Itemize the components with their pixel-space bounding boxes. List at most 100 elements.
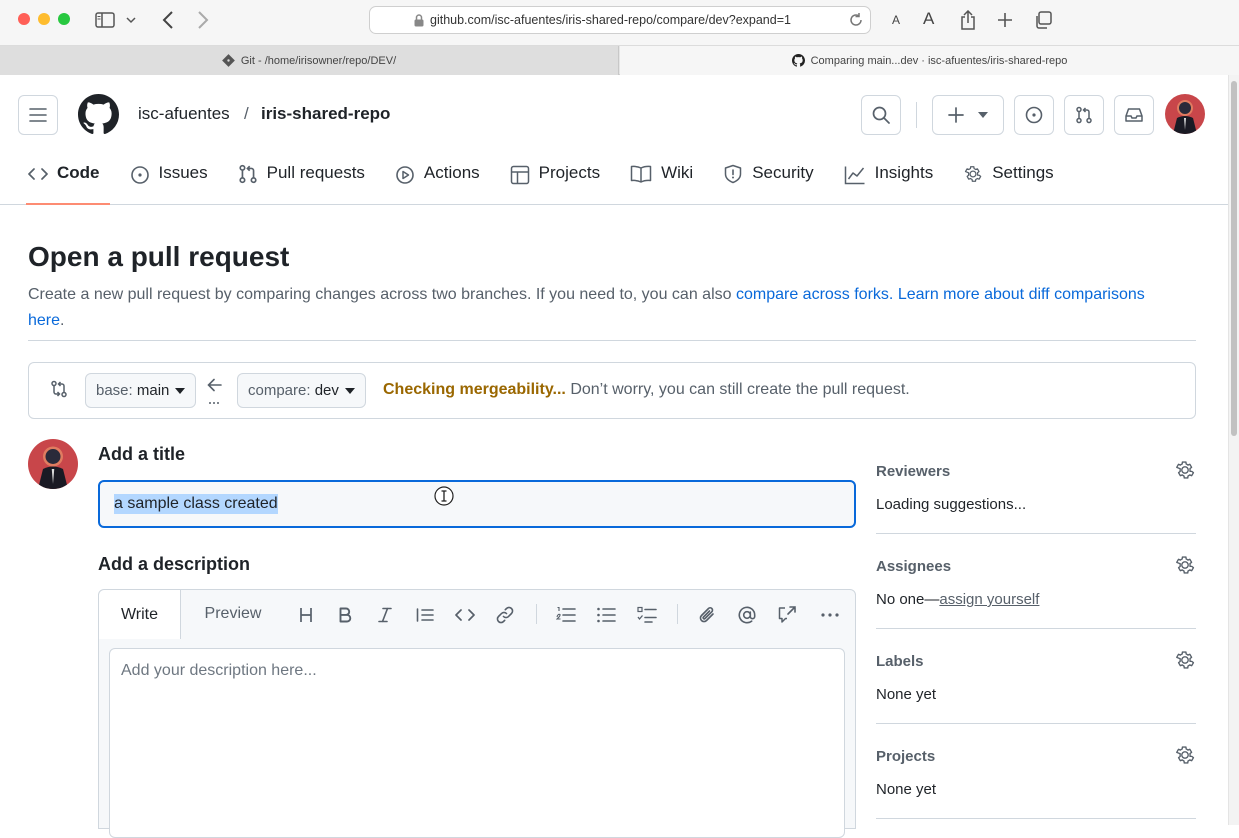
issue-icon xyxy=(130,163,150,185)
table-icon xyxy=(510,163,530,185)
tab-projects[interactable]: Projects xyxy=(510,163,610,205)
toolbar-divider xyxy=(536,604,537,624)
caret-down-icon xyxy=(978,112,988,118)
attach-icon[interactable] xyxy=(696,604,718,626)
tab-wiki[interactable]: Wiki xyxy=(630,163,703,205)
projects-gear-icon[interactable] xyxy=(1174,744,1196,766)
mention-icon[interactable] xyxy=(736,604,758,626)
create-new-button[interactable] xyxy=(932,95,1004,135)
arrow-left-icon xyxy=(207,376,223,406)
new-tab-icon[interactable] xyxy=(994,9,1016,31)
tab-preview[interactable]: Preview xyxy=(189,590,277,638)
author-avatar xyxy=(28,439,78,489)
chevron-down-icon[interactable] xyxy=(124,9,138,31)
assignees-none-text: No one— xyxy=(876,591,940,608)
text-larger-button[interactable]: A xyxy=(923,9,934,29)
base-label: base: xyxy=(96,382,133,399)
tab-label: Insights xyxy=(874,163,934,182)
description-text: Create a new pull request by comparing c… xyxy=(28,286,736,303)
sidebar-divider xyxy=(876,533,1196,534)
forward-icon[interactable] xyxy=(192,9,214,31)
heading-icon[interactable] xyxy=(295,604,317,626)
issues-button[interactable] xyxy=(1014,95,1054,135)
repo-owner-link[interactable]: isc-afuentes xyxy=(138,104,230,124)
base-branch-select[interactable]: base: main xyxy=(85,373,197,408)
header-divider xyxy=(916,102,917,128)
tab-issues[interactable]: Issues xyxy=(130,163,218,205)
url-text: github.com/isc-afuentes/iris-shared-repo… xyxy=(430,13,791,27)
maximize-window-button[interactable] xyxy=(58,13,70,25)
plus-icon xyxy=(948,107,964,123)
tab-overview-icon[interactable] xyxy=(1032,9,1054,31)
bold-icon[interactable] xyxy=(334,604,356,626)
github-logo-icon[interactable] xyxy=(78,94,119,135)
reload-icon[interactable] xyxy=(848,11,864,29)
scrollbar-thumb[interactable] xyxy=(1231,81,1237,436)
link-icon[interactable] xyxy=(494,604,516,626)
assignees-value: No one—assign yourself xyxy=(876,591,1039,608)
tab-insights[interactable]: Insights xyxy=(844,163,944,205)
compare-forks-link[interactable]: compare across forks. xyxy=(736,286,893,303)
browser-tab-bar: Git - /home/irisowner/repo/DEV/ Comparin… xyxy=(0,46,1239,75)
menu-button[interactable] xyxy=(18,95,58,135)
tab-code[interactable]: Code xyxy=(26,163,110,205)
caret-down-icon xyxy=(344,387,355,394)
reviewers-gear-icon[interactable] xyxy=(1174,459,1196,481)
page-scrollbar[interactable] xyxy=(1228,75,1239,825)
share-icon[interactable] xyxy=(957,9,979,31)
bullet-list-icon[interactable] xyxy=(595,604,617,626)
inbox-icon xyxy=(1125,107,1143,123)
description-suffix: . xyxy=(60,312,65,329)
tab-pull-requests[interactable]: Pull requests xyxy=(238,163,375,205)
tab-label: Security xyxy=(752,163,814,182)
labels-gear-icon[interactable] xyxy=(1174,649,1196,671)
compare-branch-select[interactable]: compare: dev xyxy=(237,373,366,408)
reference-icon[interactable] xyxy=(776,604,798,626)
play-icon xyxy=(395,163,415,185)
page-title: Open a pull request xyxy=(28,241,290,272)
close-window-button[interactable] xyxy=(18,13,30,25)
divider xyxy=(28,340,1196,341)
mergeability-status-text: Don’t worry, you can still create the pu… xyxy=(565,381,910,398)
sidebar-divider xyxy=(876,628,1196,629)
lock-icon xyxy=(414,14,424,27)
quote-icon[interactable] xyxy=(414,604,436,626)
user-avatar[interactable] xyxy=(1165,94,1205,134)
assignees-heading: Assignees xyxy=(876,558,952,575)
labels-value: None yet xyxy=(876,686,937,703)
text-smaller-button[interactable]: A xyxy=(892,13,900,27)
graph-icon xyxy=(844,163,866,185)
repo-header: isc-afuentes / iris-shared-repo Code Iss… xyxy=(0,75,1228,205)
minimize-window-button[interactable] xyxy=(38,13,50,25)
hamburger-icon xyxy=(29,108,47,122)
code-icon[interactable] xyxy=(454,604,476,626)
pull-requests-button[interactable] xyxy=(1064,95,1104,135)
assignees-gear-icon[interactable] xyxy=(1174,554,1196,576)
tab-write[interactable]: Write xyxy=(99,590,181,639)
inbox-button[interactable] xyxy=(1114,95,1154,135)
assign-yourself-link[interactable]: assign yourself xyxy=(939,591,1039,608)
tab-security[interactable]: Security xyxy=(723,163,823,205)
tab-settings[interactable]: Settings xyxy=(963,163,1063,205)
browser-tab-git[interactable]: Git - /home/irisowner/repo/DEV/ xyxy=(0,46,619,75)
sidebar-toggle-icon[interactable] xyxy=(94,9,116,31)
back-icon[interactable] xyxy=(157,9,179,31)
description-label: Add a description xyxy=(98,554,251,574)
browser-tab-github[interactable]: Comparing main...dev · isc-afuentes/iris… xyxy=(620,46,1239,75)
toolbar-divider xyxy=(677,604,678,624)
tab-label: Wiki xyxy=(661,163,694,182)
repo-name-link[interactable]: iris-shared-repo xyxy=(261,104,390,124)
title-input[interactable]: a sample class created xyxy=(98,480,856,528)
numbered-list-icon[interactable] xyxy=(555,604,577,626)
more-icon[interactable] xyxy=(819,604,841,626)
task-list-icon[interactable] xyxy=(636,604,658,626)
tab-actions[interactable]: Actions xyxy=(395,163,490,205)
pull-request-icon xyxy=(238,163,258,184)
labels-section: Labels None yet xyxy=(876,651,1196,703)
address-bar[interactable]: github.com/isc-afuentes/iris-shared-repo… xyxy=(369,6,871,34)
reviewers-heading: Reviewers xyxy=(876,463,951,480)
title-label: Add a title xyxy=(98,444,186,464)
italic-icon[interactable] xyxy=(374,604,396,626)
search-button[interactable] xyxy=(861,95,901,135)
description-textarea[interactable]: Add your description here... xyxy=(109,648,845,838)
